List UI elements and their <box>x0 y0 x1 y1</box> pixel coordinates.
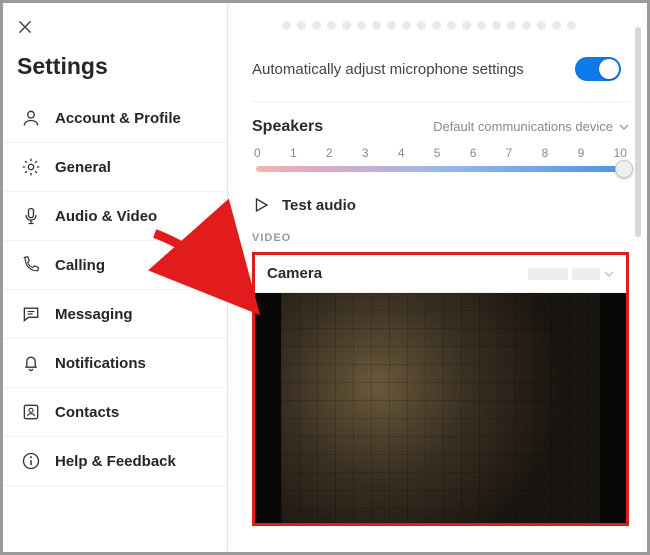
camera-label: Camera <box>267 265 322 282</box>
contacts-icon <box>21 402 41 422</box>
chat-icon <box>21 304 41 324</box>
camera-section-highlight: Camera <box>252 252 629 526</box>
sidebar-item-label: Contacts <box>55 404 119 421</box>
settings-window: Settings Account & Profile General Audio… <box>0 0 650 555</box>
chevron-down-icon <box>604 269 614 279</box>
sidebar-item-label: Calling <box>55 257 105 274</box>
video-section-label: VIDEO <box>252 232 629 244</box>
sidebar-item-label: Messaging <box>55 306 133 323</box>
chevron-down-icon <box>619 122 629 132</box>
sidebar-item-label: Help & Feedback <box>55 453 176 470</box>
camera-device-dropdown[interactable] <box>528 268 614 280</box>
speakers-header: Speakers Default communications device <box>252 118 629 136</box>
sidebar-item-contacts[interactable]: Contacts <box>3 388 227 437</box>
preview-letterbox-left <box>255 293 281 523</box>
bell-icon <box>21 353 41 373</box>
play-icon <box>252 196 270 214</box>
auto-adjust-mic-row: Automatically adjust microphone settings <box>252 41 629 102</box>
sidebar-item-label: Account & Profile <box>55 110 181 127</box>
sidebar-item-help-feedback[interactable]: Help & Feedback <box>3 437 227 486</box>
sidebar-item-messaging[interactable]: Messaging <box>3 290 227 339</box>
sidebar-item-label: General <box>55 159 111 176</box>
sidebar-item-label: Notifications <box>55 355 146 372</box>
mic-icon <box>21 206 41 226</box>
sidebar-item-label: Audio & Video <box>55 208 157 225</box>
camera-device-placeholder <box>528 268 568 280</box>
test-audio-button[interactable]: Test audio <box>252 196 629 214</box>
info-icon <box>21 451 41 471</box>
mic-level-dots <box>282 21 629 35</box>
close-button[interactable] <box>17 19 37 39</box>
speakers-device-dropdown[interactable]: Default communications device <box>433 119 629 134</box>
gear-icon <box>21 157 41 177</box>
test-audio-label: Test audio <box>282 197 356 214</box>
content-scrollbar[interactable] <box>635 27 641 237</box>
settings-title: Settings <box>17 53 213 80</box>
speakers-label: Speakers <box>252 118 323 136</box>
camera-device-placeholder <box>572 268 600 280</box>
sidebar-item-account-profile[interactable]: Account & Profile <box>3 94 227 143</box>
slider-ticks: 01 23 45 67 89 10 <box>252 146 629 160</box>
auto-adjust-mic-label: Automatically adjust microphone settings <box>252 61 524 78</box>
settings-content: Automatically adjust microphone settings… <box>228 3 647 552</box>
slider-thumb[interactable] <box>615 160 633 178</box>
close-icon <box>17 19 33 35</box>
preview-letterbox-right <box>600 293 626 523</box>
sidebar-item-notifications[interactable]: Notifications <box>3 339 227 388</box>
phone-icon <box>21 255 41 275</box>
camera-header: Camera <box>255 255 626 293</box>
camera-preview <box>255 293 626 523</box>
settings-sidebar: Settings Account & Profile General Audio… <box>3 3 228 552</box>
person-icon <box>21 108 41 128</box>
speakers-volume-slider[interactable]: 01 23 45 67 89 10 <box>252 146 629 172</box>
slider-track[interactable] <box>256 166 625 172</box>
toggle-knob <box>599 59 619 79</box>
auto-adjust-mic-toggle[interactable] <box>575 57 621 81</box>
speakers-device-value: Default communications device <box>433 119 613 134</box>
sidebar-item-general[interactable]: General <box>3 143 227 192</box>
preview-video-blurred <box>281 293 600 523</box>
sidebar-item-audio-video[interactable]: Audio & Video <box>3 192 227 241</box>
sidebar-item-calling[interactable]: Calling <box>3 241 227 290</box>
